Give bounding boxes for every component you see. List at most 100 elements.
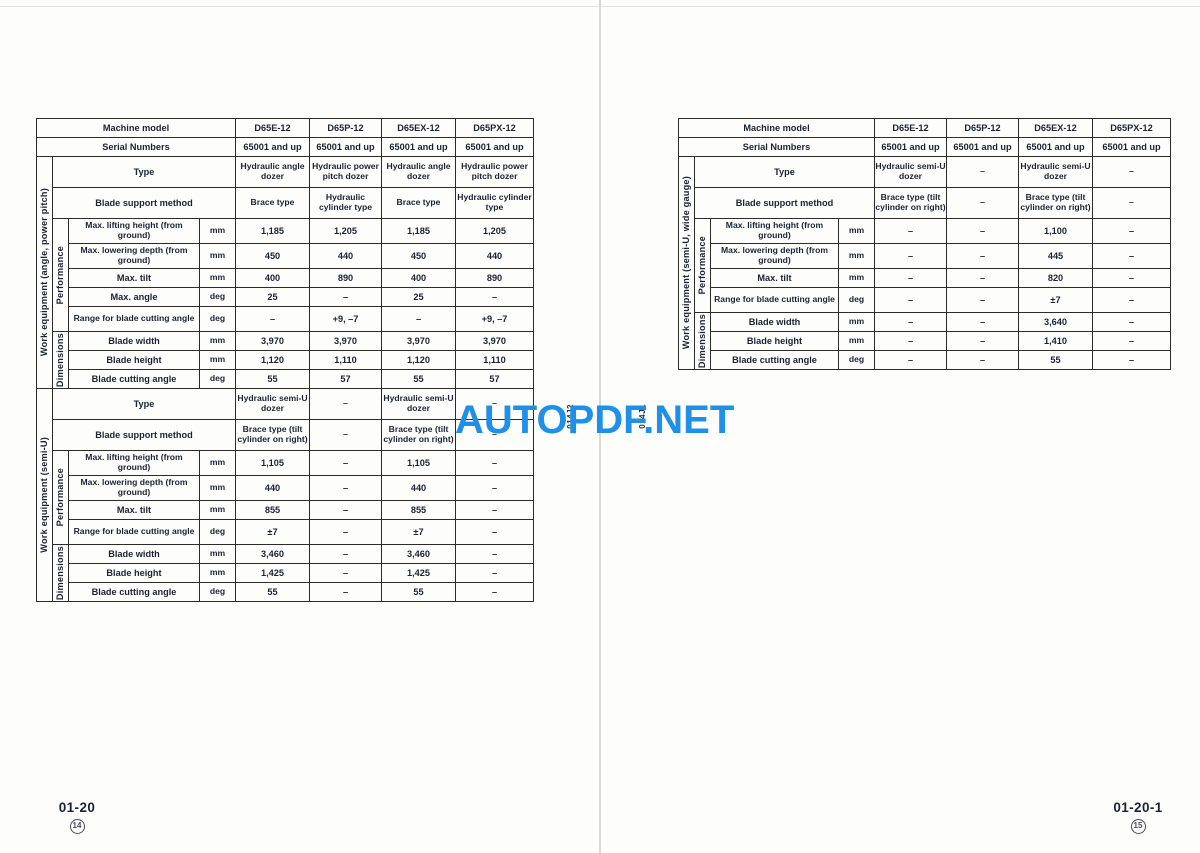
val-angle-perf-0-d65p: 1,205 — [309, 218, 382, 244]
val-semiu-perf-1-d65p: – — [309, 475, 382, 501]
support-semiu-d65p: – — [309, 419, 382, 451]
support-angle-d65ex: Brace type — [381, 187, 456, 219]
table-row-semiu-perf-2: Max. tilt mm 855 – 855 – — [37, 500, 534, 520]
val-angle-dim-1-d65px: 1,110 — [455, 350, 534, 370]
table-row-wide-dim-0: Dimensions Blade width mm – – 3,640 – — [679, 312, 1171, 370]
val-angle-perf-0-d65ex: 1,185 — [381, 218, 456, 244]
val-semiu-dim-1-d65e: 1,425 — [235, 563, 310, 583]
val-wide-perf-1-d65e: – — [874, 243, 947, 269]
row-unit-wide-perf-2: mm — [838, 268, 875, 288]
val-wide-dim-1-d65e: – — [874, 331, 947, 351]
page-top-rule-right — [601, 6, 1200, 7]
watermark: AUTOPDF.NET — [455, 398, 735, 442]
val-semiu-perf-3-d65ex: ±7 — [381, 519, 456, 545]
support-angle-d65px: Hydraulic cylinder type — [455, 187, 534, 219]
machine-model-right-d65ex: D65EX-12 — [1018, 118, 1093, 138]
row-label-angle-dim-0: Blade width — [68, 331, 200, 351]
row-unit-wide-perf-3: deg — [838, 287, 875, 313]
val-semiu-dim-0-d65ex: 3,460 — [381, 544, 456, 564]
row-label-semiu-perf-1: Max. lowering depth (from ground) — [68, 475, 200, 501]
row-label-angle-perf-1: Max. lowering depth (from ground) — [68, 243, 200, 269]
val-semiu-dim-2-d65ex: 55 — [381, 582, 456, 602]
type-label-wide: Type — [694, 156, 875, 188]
support-label-wide: Blade support method — [694, 187, 875, 219]
serial-d65px: 65001 and up — [455, 137, 534, 157]
machine-model-d65p: D65P-12 — [309, 118, 382, 138]
val-angle-dim-1-d65e: 1,120 — [235, 350, 310, 370]
val-semiu-perf-2-d65p: – — [309, 500, 382, 520]
row-label-wide-dim-2: Blade cutting angle — [710, 350, 839, 370]
type-wide-d65px: – — [1092, 156, 1171, 188]
val-angle-perf-1-d65px: 440 — [455, 243, 534, 269]
row-label-wide-perf-2: Max. tilt — [710, 268, 839, 288]
type-angle-d65ex: Hydraulic angle dozer — [381, 156, 456, 188]
val-angle-perf-2-d65p: 890 — [309, 268, 382, 288]
val-wide-dim-2-d65ex: 55 — [1018, 350, 1093, 370]
val-semiu-perf-3-d65e: ±7 — [235, 519, 310, 545]
spec-table-left: Machine model D65E-12 D65P-12 D65EX-12 D… — [36, 118, 534, 602]
table-row-support-angle: Blade support method Brace type Hydrauli… — [37, 187, 534, 219]
val-wide-dim-0-d65px: – — [1092, 312, 1171, 332]
val-angle-perf-0-d65px: 1,205 — [455, 218, 534, 244]
type-label-angle: Type — [52, 156, 236, 188]
row-unit-semiu-dim-0: mm — [199, 544, 236, 564]
row-label-angle-perf-4: Range for blade cutting angle — [68, 306, 200, 332]
val-semiu-perf-2-d65e: 855 — [235, 500, 310, 520]
val-wide-perf-0-d65e: – — [874, 218, 947, 244]
row-unit-angle-dim-2: deg — [199, 369, 236, 389]
val-angle-dim-0-d65p: 3,970 — [309, 331, 382, 351]
val-angle-dim-1-d65p: 1,110 — [309, 350, 382, 370]
val-angle-perf-1-d65p: 440 — [309, 243, 382, 269]
spec-table-right: Machine model D65E-12 D65P-12 D65EX-12 D… — [678, 118, 1171, 370]
val-angle-perf-4-d65p: +9, –7 — [309, 306, 382, 332]
table-row-semiu-perf-3: Range for blade cutting angle deg ±7 – ±… — [37, 519, 534, 545]
group-label-semi-u-wide-gauge: Work equipment (semi-U, wide gauge) — [678, 156, 695, 370]
val-angle-dim-0-d65px: 3,970 — [455, 331, 534, 351]
table-row-serial-numbers: Serial Numbers 65001 and up 65001 and up… — [36, 137, 534, 157]
val-wide-perf-2-d65p: – — [946, 268, 1019, 288]
val-semiu-dim-2-d65p: – — [309, 582, 382, 602]
table-row-semiu-perf-0: Performance Max. lifting height (from gr… — [37, 450, 534, 545]
row-unit-semiu-perf-1: mm — [199, 475, 236, 501]
row-unit-angle-perf-0: mm — [199, 218, 236, 244]
row-unit-semiu-perf-0: mm — [199, 450, 236, 476]
row-label-angle-perf-2: Max. tilt — [68, 268, 200, 288]
val-angle-dim-1-d65ex: 1,120 — [381, 350, 456, 370]
val-wide-dim-2-d65px: – — [1092, 350, 1171, 370]
val-semiu-dim-1-d65ex: 1,425 — [381, 563, 456, 583]
val-angle-dim-0-d65e: 3,970 — [235, 331, 310, 351]
table-row-machine-model: Machine model D65E-12 D65P-12 D65EX-12 D… — [36, 118, 534, 138]
serial-d65ex: 65001 and up — [381, 137, 456, 157]
val-semiu-dim-0-d65px: – — [455, 544, 534, 564]
table-row-angle-perf-2: Max. tilt mm 400 890 400 890 — [37, 268, 534, 288]
row-unit-wide-dim-1: mm — [838, 331, 875, 351]
row-label-wide-dim-1: Blade height — [710, 331, 839, 351]
val-angle-perf-1-d65e: 450 — [235, 243, 310, 269]
table-row-wide-perf-0: Performance Max. lifting height (from gr… — [679, 218, 1171, 313]
subgroup-label-dimensions-wide: Dimensions — [694, 312, 711, 370]
row-label-angle-perf-3: Max. angle — [68, 287, 200, 307]
table-row-semiu-perf-1: Max. lowering depth (from ground) mm 440… — [37, 475, 534, 501]
support-wide-d65e: Brace type (tilt cylinder on right) — [874, 187, 947, 219]
val-wide-perf-3-d65e: – — [874, 287, 947, 313]
machine-model-right-d65p: D65P-12 — [946, 118, 1019, 138]
support-semiu-d65e: Brace type (tilt cylinder on right) — [235, 419, 310, 451]
type-semiu-d65ex: Hydraulic semi-U dozer — [381, 388, 456, 420]
row-unit-wide-perf-1: mm — [838, 243, 875, 269]
val-semiu-dim-0-d65e: 3,460 — [235, 544, 310, 564]
serial-right-d65p: 65001 and up — [946, 137, 1019, 157]
serial-right-d65px: 65001 and up — [1092, 137, 1171, 157]
val-wide-perf-3-d65ex: ±7 — [1018, 287, 1093, 313]
table-row-angle-perf-3: Max. angle deg 25 – 25 – — [37, 287, 534, 307]
machine-model-label-right: Machine model — [678, 118, 875, 138]
val-semiu-dim-2-d65e: 55 — [235, 582, 310, 602]
row-unit-semiu-dim-1: mm — [199, 563, 236, 583]
row-label-angle-dim-1: Blade height — [68, 350, 200, 370]
val-semiu-perf-2-d65ex: 855 — [381, 500, 456, 520]
val-semiu-perf-0-d65e: 1,105 — [235, 450, 310, 476]
val-semiu-perf-0-d65px: – — [455, 450, 534, 476]
row-unit-angle-perf-2: mm — [199, 268, 236, 288]
val-wide-perf-0-d65p: – — [946, 218, 1019, 244]
machine-model-right-d65px: D65PX-12 — [1092, 118, 1171, 138]
machine-model-right-d65e: D65E-12 — [874, 118, 947, 138]
